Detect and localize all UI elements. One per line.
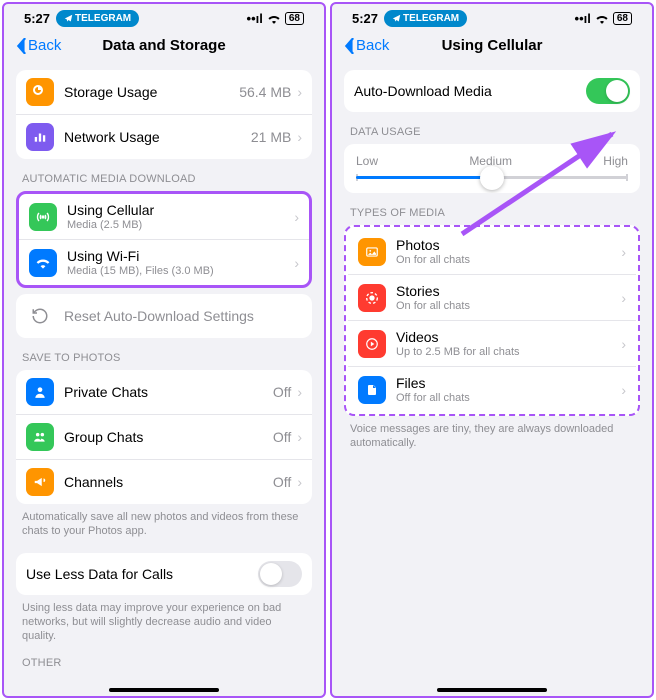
private-chats-row[interactable]: Private Chats Off › [16, 370, 312, 415]
save-to-photos-header: SAVE TO PHOTOS [16, 338, 312, 370]
reset-icon [26, 302, 54, 330]
cellular-icon [29, 203, 57, 231]
network-icon [26, 123, 54, 151]
status-bar: 5:27 TELEGRAM ••ıl 68 [4, 4, 324, 29]
chevron-icon: › [297, 129, 302, 145]
home-indicator[interactable] [437, 688, 547, 692]
home-indicator[interactable] [109, 688, 219, 692]
signal-icon: ••ıl [575, 11, 591, 26]
person-icon [26, 378, 54, 406]
reset-auto-download-row[interactable]: Reset Auto-Download Settings [16, 294, 312, 338]
signal-icon: ••ıl [247, 11, 263, 26]
storage-usage-row[interactable]: Storage Usage 56.4 MB › [16, 70, 312, 115]
stories-icon [358, 284, 386, 312]
types-footer: Voice messages are tiny, they are always… [344, 416, 640, 451]
page-title: Using Cellular [442, 37, 543, 54]
page-title: Data and Storage [102, 37, 225, 54]
chevron-icon: › [297, 84, 302, 100]
chevron-icon: › [294, 209, 299, 225]
chevron-icon: › [297, 474, 302, 490]
chevron-icon: › [297, 429, 302, 445]
chevron-icon: › [621, 336, 626, 352]
other-header: OTHER [16, 643, 312, 675]
right-screen: 5:27 TELEGRAM ••ıl 68 Back Using Cellula… [330, 2, 654, 698]
left-screen: 5:27 TELEGRAM ••ıl 68 Back Data and Stor… [2, 2, 326, 698]
using-wifi-row[interactable]: Using Wi-Fi Media (15 MB), Files (3.0 MB… [19, 240, 309, 285]
status-bar: 5:27 TELEGRAM ••ıl 68 [332, 4, 652, 29]
battery-icon: 68 [285, 12, 304, 25]
back-button[interactable]: Back [344, 37, 389, 54]
save-footer: Automatically save all new photos and vi… [16, 504, 312, 539]
data-usage-slider-row: Low Medium High [344, 144, 640, 193]
types-of-media-header: TYPES OF MEDIA [344, 193, 640, 225]
channels-row[interactable]: Channels Off › [16, 460, 312, 504]
slider-high-label: High [603, 154, 628, 168]
status-time: 5:27 [352, 11, 378, 26]
auto-download-header: AUTOMATIC MEDIA DOWNLOAD [16, 159, 312, 191]
telegram-pill: TELEGRAM [384, 10, 467, 27]
chevron-icon: › [621, 382, 626, 398]
stories-row[interactable]: Stories On for all chats › [348, 275, 636, 321]
data-usage-header: DATA USAGE [344, 112, 640, 144]
use-less-data-row[interactable]: Use Less Data for Calls [16, 553, 312, 595]
data-usage-slider[interactable] [356, 176, 628, 179]
auto-download-media-row[interactable]: Auto-Download Media [344, 70, 640, 112]
group-chats-row[interactable]: Group Chats Off › [16, 415, 312, 460]
less-data-toggle[interactable] [258, 561, 302, 587]
status-time: 5:27 [24, 11, 50, 26]
chevron-icon: › [294, 255, 299, 271]
videos-row[interactable]: Videos Up to 2.5 MB for all chats › [348, 321, 636, 367]
chevron-icon: › [621, 244, 626, 260]
battery-icon: 68 [613, 12, 632, 25]
nav-bar: Back Data and Storage [4, 29, 324, 62]
network-usage-row[interactable]: Network Usage 21 MB › [16, 115, 312, 159]
video-icon [358, 330, 386, 358]
group-icon [26, 423, 54, 451]
slider-low-label: Low [356, 154, 378, 168]
chevron-icon: › [621, 290, 626, 306]
telegram-pill: TELEGRAM [56, 10, 139, 27]
nav-bar: Back Using Cellular [332, 29, 652, 62]
less-data-footer: Using less data may improve your experie… [16, 595, 312, 644]
types-of-media-highlight: Photos On for all chats › Stories On for… [344, 225, 640, 416]
auto-download-toggle[interactable] [586, 78, 630, 104]
files-row[interactable]: Files Off for all chats › [348, 367, 636, 412]
storage-icon [26, 78, 54, 106]
using-cellular-row[interactable]: Using Cellular Media (2.5 MB) › [19, 194, 309, 240]
megaphone-icon [26, 468, 54, 496]
wifi-icon [595, 14, 609, 24]
wifi-icon [267, 14, 281, 24]
file-icon [358, 376, 386, 404]
chevron-icon: › [297, 384, 302, 400]
back-button[interactable]: Back [16, 37, 61, 54]
photos-row[interactable]: Photos On for all chats › [348, 229, 636, 275]
auto-download-group-highlight: Using Cellular Media (2.5 MB) › Using Wi… [16, 191, 312, 288]
wifi-row-icon [29, 249, 57, 277]
photo-icon [358, 238, 386, 266]
